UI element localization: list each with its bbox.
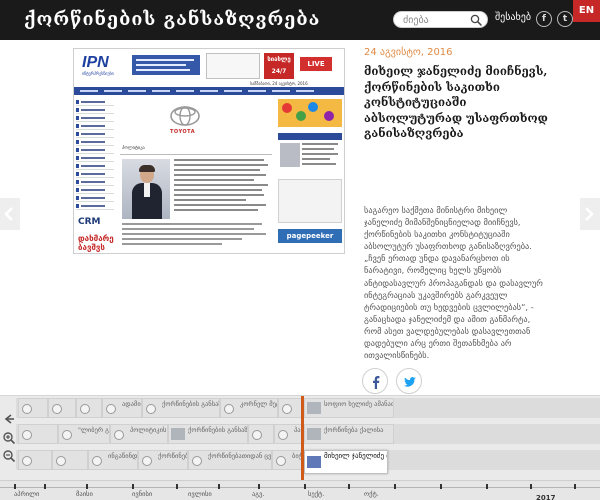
timeline-item[interactable]: კორნელ მეტრი ნაწილდებულია	[220, 398, 278, 418]
preview-widget	[278, 179, 342, 223]
timeline-month-label: სექტ.	[308, 490, 325, 498]
preview-main-column: TOYOTA პოლიტიკა	[120, 99, 272, 249]
preview-ad-box	[206, 53, 260, 79]
timeline-month-label: ოქტ.	[364, 490, 379, 498]
language-switch-button[interactable]: EN	[573, 0, 600, 22]
timeline[interactable]: ადამიან უფლებები ქორწინების განსაზღვრება…	[0, 395, 600, 500]
twitter-share-button[interactable]	[396, 368, 422, 394]
site-header: ქორწინების განსაზღვრება შესახებ f t EN	[0, 0, 600, 40]
preview-logo-sub: ინტერპრესნიუსი	[82, 71, 114, 76]
article-date: 24 აგვისტო, 2016	[364, 47, 453, 58]
preview-right-column: pagepeeker	[278, 99, 342, 249]
search-icon[interactable]	[469, 13, 483, 27]
site-title[interactable]: ქორწინების განსაზღვრება	[24, 9, 320, 30]
timeline-item-active[interactable]: მიხეილ ჯანელიძე მიმანშენიცნიელად	[304, 450, 388, 474]
timeline-month-label: აპრილი	[14, 490, 40, 498]
toyota-logo-icon	[170, 106, 200, 126]
preview-colorful-ad	[278, 99, 342, 127]
zoom-out-icon[interactable]	[2, 449, 16, 463]
preview-logo: IPN	[82, 54, 109, 71]
twitter-header-icon[interactable]: t	[557, 11, 573, 27]
chevron-left-icon	[4, 207, 13, 221]
article-body: საგარეო საქმეთა მინისტრი მიხეილ ჯანელიძე…	[364, 205, 543, 361]
timeline-item[interactable]	[278, 398, 302, 418]
prev-arrow-button[interactable]	[0, 198, 20, 230]
timeline-month-label: ივნისი	[132, 490, 153, 498]
timeline-year-label: 2017	[536, 494, 556, 500]
facebook-icon	[373, 376, 380, 389]
timeline-item[interactable]	[76, 398, 102, 418]
preview-ad-badge: სიახლე 24/7	[264, 53, 294, 79]
preview-brand-text: TOYOTA	[170, 129, 196, 135]
zoom-in-icon[interactable]	[2, 431, 16, 445]
preview-date: სამშაბათი, 24 აგვისტო, 2016	[250, 81, 308, 86]
preview-body-lines	[122, 223, 270, 248]
timeline-month-label: მაისი	[76, 490, 93, 498]
timeline-item[interactable]	[18, 424, 58, 444]
timeline-item[interactable]	[248, 424, 274, 444]
preview-person-photo	[280, 143, 300, 167]
preview-tab: პოლიტიკა	[120, 145, 272, 155]
preview-right-head	[278, 133, 342, 140]
preview-topbar: IPN ინტერპრესნიუსი სიახლე 24/7 LIVE	[74, 49, 344, 83]
article-screenshot-image[interactable]: IPN ინტერპრესნიუსი სიახლე 24/7 LIVE სამშ…	[73, 48, 345, 254]
timeline-axis[interactable]: აპრილი მაისი ივნისი ივლისი აგვ. სექტ. ოქ…	[0, 480, 600, 500]
preview-text-lines	[174, 159, 270, 214]
preview-tab-label: პოლიტიკა	[122, 146, 145, 151]
timeline-item[interactable]: "ლიბერ გვინერება"	[58, 424, 110, 444]
preview-right-lines	[302, 143, 340, 168]
facebook-header-icon[interactable]: f	[536, 11, 552, 27]
timeline-item[interactable]: პოლიტიკის ქორწინებაშია	[110, 424, 168, 444]
timeline-item[interactable]	[48, 398, 76, 418]
timeline-item[interactable]	[18, 398, 48, 418]
timeline-item[interactable]: სოფიო ხელიძე ამანათ ანგარიშ	[304, 398, 394, 418]
minister-photo	[122, 159, 170, 219]
twitter-icon	[404, 377, 416, 387]
timeline-item[interactable]: ქორწინების ცვლილება	[138, 450, 188, 470]
search-input[interactable]	[403, 13, 471, 27]
preview-bottom-logo: დახმარე ბავშვს	[78, 234, 114, 252]
chevron-right-icon	[585, 207, 594, 221]
timeline-current-marker	[301, 396, 304, 486]
timeline-item[interactable]: ბიჭეხაბე ებუაზ	[272, 450, 302, 470]
timeline-item[interactable]: ადამიან უფლებები	[102, 398, 142, 418]
timeline-item[interactable]: ქორწინებათიდან ცვლილებათიდს	[188, 450, 272, 470]
timeline-month-label: აგვ.	[252, 490, 265, 498]
facebook-share-button[interactable]	[362, 368, 388, 394]
preview-crm-logo: CRM	[78, 217, 101, 227]
next-arrow-button[interactable]	[580, 198, 600, 230]
about-link[interactable]: შესახებ	[495, 12, 531, 23]
preview-live-badge: LIVE	[300, 57, 332, 71]
timeline-item[interactable]: ქორწინება ქალისა	[304, 424, 394, 444]
back-arrow-icon[interactable]	[2, 412, 16, 426]
preview-sidebar	[76, 99, 114, 229]
timeline-item[interactable]	[18, 450, 52, 470]
preview-pagepeeker: pagepeeker	[278, 229, 342, 243]
timeline-item[interactable]: ინგაწინდუტუ დაიაური	[88, 450, 138, 470]
timeline-item[interactable]: ქორწინების განსაზღვრება	[142, 398, 220, 418]
search-box[interactable]	[393, 11, 488, 28]
preview-banner	[132, 55, 200, 75]
timeline-axis-line	[0, 487, 600, 488]
timeline-item[interactable]: პაატა ზაქარეიშვილი	[274, 424, 302, 444]
timeline-item[interactable]	[52, 450, 88, 470]
article-title: მიხეილ ჯანელიძე მიიჩნევს, ქორწინების საკ…	[364, 64, 548, 141]
preview-nav	[74, 87, 344, 95]
timeline-month-label: ივლისი	[188, 490, 212, 498]
timeline-item[interactable]: ქორწინების განსაზღვრება	[168, 424, 248, 444]
